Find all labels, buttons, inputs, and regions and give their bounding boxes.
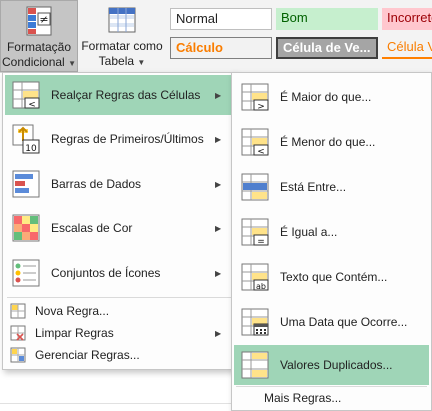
menu-item-label: Escalas de Cor bbox=[51, 221, 133, 235]
duplicate-values-icon bbox=[238, 351, 272, 379]
cond-format-label-1: Formatação bbox=[6, 40, 71, 54]
submenu-item-label: Texto que Contém... bbox=[280, 270, 388, 284]
conditional-format-icon: ≠ bbox=[25, 4, 53, 38]
highlight-cells-rules-icon: < bbox=[9, 81, 43, 109]
menu-item-color-scales[interactable]: Escalas de Cor ▶ bbox=[5, 208, 233, 248]
svg-text:≠: ≠ bbox=[39, 13, 48, 26]
svg-text:>: > bbox=[257, 102, 265, 111]
submenu-item-date-occurring[interactable]: Uma Data que Ocorre... bbox=[234, 300, 429, 344]
top-bottom-rules-icon: 10 bbox=[9, 124, 43, 154]
svg-text:<: < bbox=[257, 147, 265, 156]
style-check-cell[interactable]: Célula de Ve... bbox=[276, 37, 378, 59]
cond-format-label-2: Condicional bbox=[2, 55, 65, 69]
clear-rules-icon bbox=[7, 325, 29, 341]
chevron-right-icon: ▶ bbox=[215, 268, 222, 278]
style-calculation[interactable]: Cálculo bbox=[170, 37, 272, 59]
submenu-item-label: Mais Regras... bbox=[264, 391, 342, 405]
chevron-right-icon: ▶ bbox=[215, 134, 222, 144]
submenu-separator bbox=[236, 386, 427, 387]
chevron-down-icon: ▼ bbox=[137, 58, 146, 67]
chevron-right-icon: ▶ bbox=[215, 179, 222, 189]
menu-item-label: Limpar Regras bbox=[35, 326, 114, 340]
submenu-item-equal-to[interactable]: = É Igual a... bbox=[234, 210, 429, 254]
style-normal[interactable]: Normal bbox=[170, 8, 272, 30]
menu-item-label: Barras de Dados bbox=[51, 177, 142, 191]
chevron-right-icon: ▶ bbox=[215, 328, 222, 338]
new-rule-icon bbox=[7, 303, 29, 319]
style-linked-cell[interactable]: Célula V bbox=[382, 37, 432, 59]
highlight-cells-rules-submenu: > É Maior do que... < É Menor do que... bbox=[231, 72, 432, 411]
submenu-item-label: Está Entre... bbox=[280, 180, 347, 194]
menu-item-icon-sets[interactable]: Conjuntos de Ícones ▶ bbox=[5, 253, 233, 293]
submenu-item-between[interactable]: Está Entre... bbox=[234, 165, 429, 209]
data-bars-icon bbox=[9, 170, 43, 198]
menu-item-data-bars[interactable]: Barras de Dados ▶ bbox=[5, 164, 233, 204]
between-icon bbox=[238, 173, 272, 201]
menu-item-label: Nova Regra... bbox=[35, 304, 110, 318]
menu-item-label: Realçar Regras das Células bbox=[51, 88, 201, 102]
menu-item-manage-rules[interactable]: Gerenciar Regras... bbox=[5, 344, 233, 366]
format-table-icon bbox=[108, 3, 136, 37]
submenu-item-label: É Igual a... bbox=[280, 225, 338, 239]
manage-rules-icon bbox=[7, 347, 29, 363]
equal-to-icon: = bbox=[238, 218, 272, 246]
less-than-icon: < bbox=[238, 128, 272, 156]
style-bad[interactable]: Incorreto bbox=[382, 8, 432, 30]
submenu-item-label: É Menor do que... bbox=[280, 135, 376, 149]
submenu-item-label: É Maior do que... bbox=[280, 90, 372, 104]
greater-than-icon: > bbox=[238, 83, 272, 111]
menu-item-top-bottom-rules[interactable]: 10 Regras de Primeiros/Últimos ▶ bbox=[5, 119, 233, 159]
svg-text:ab: ab bbox=[256, 282, 266, 291]
menu-item-label: Regras de Primeiros/Últimos bbox=[51, 132, 204, 146]
menu-item-clear-rules[interactable]: Limpar Regras ▶ bbox=[5, 322, 233, 344]
format-table-label-1: Formatar como bbox=[81, 39, 163, 53]
submenu-item-label: Valores Duplicados... bbox=[280, 358, 393, 372]
chevron-right-icon: ▶ bbox=[215, 90, 222, 100]
date-occurring-icon bbox=[238, 308, 272, 336]
icon-sets-icon bbox=[9, 259, 43, 287]
conditional-formatting-button[interactable]: ≠ Formatação Condicional ▼ bbox=[0, 0, 78, 72]
menu-separator bbox=[7, 297, 231, 298]
ribbon: ≠ Formatação Condicional ▼ Formatar como… bbox=[0, 0, 432, 73]
submenu-item-more-rules[interactable]: Mais Regras... bbox=[234, 388, 429, 408]
format-table-label-2: Tabela bbox=[98, 54, 135, 68]
submenu-item-label: Uma Data que Ocorre... bbox=[280, 315, 408, 329]
style-good[interactable]: Bom bbox=[276, 8, 378, 30]
submenu-item-duplicate-values[interactable]: Valores Duplicados... bbox=[234, 345, 429, 385]
svg-text:<: < bbox=[28, 100, 36, 109]
conditional-formatting-menu: < Realçar Regras das Células ▶ 10 Regras… bbox=[2, 72, 236, 370]
menu-item-label: Conjuntos de Ícones bbox=[51, 266, 161, 280]
submenu-item-greater-than[interactable]: > É Maior do que... bbox=[234, 75, 429, 119]
cell-styles-gallery: Normal Bom Incorreto Cálculo Célula de V… bbox=[166, 0, 432, 72]
submenu-item-text-contains[interactable]: ab Texto que Contém... bbox=[234, 255, 429, 299]
text-contains-icon: ab bbox=[238, 263, 272, 291]
format-as-table-button[interactable]: Formatar como Tabela ▼ bbox=[79, 0, 165, 72]
chevron-down-icon: ▼ bbox=[68, 59, 76, 68]
menu-item-highlight-cells-rules[interactable]: < Realçar Regras das Células ▶ bbox=[5, 75, 233, 115]
menu-item-new-rule[interactable]: Nova Regra... bbox=[5, 300, 233, 322]
menu-item-label: Gerenciar Regras... bbox=[35, 348, 140, 362]
svg-text:=: = bbox=[257, 237, 265, 246]
submenu-item-less-than[interactable]: < É Menor do que... bbox=[234, 120, 429, 164]
svg-text:10: 10 bbox=[25, 144, 37, 154]
color-scales-icon bbox=[9, 214, 43, 242]
chevron-right-icon: ▶ bbox=[215, 223, 222, 233]
